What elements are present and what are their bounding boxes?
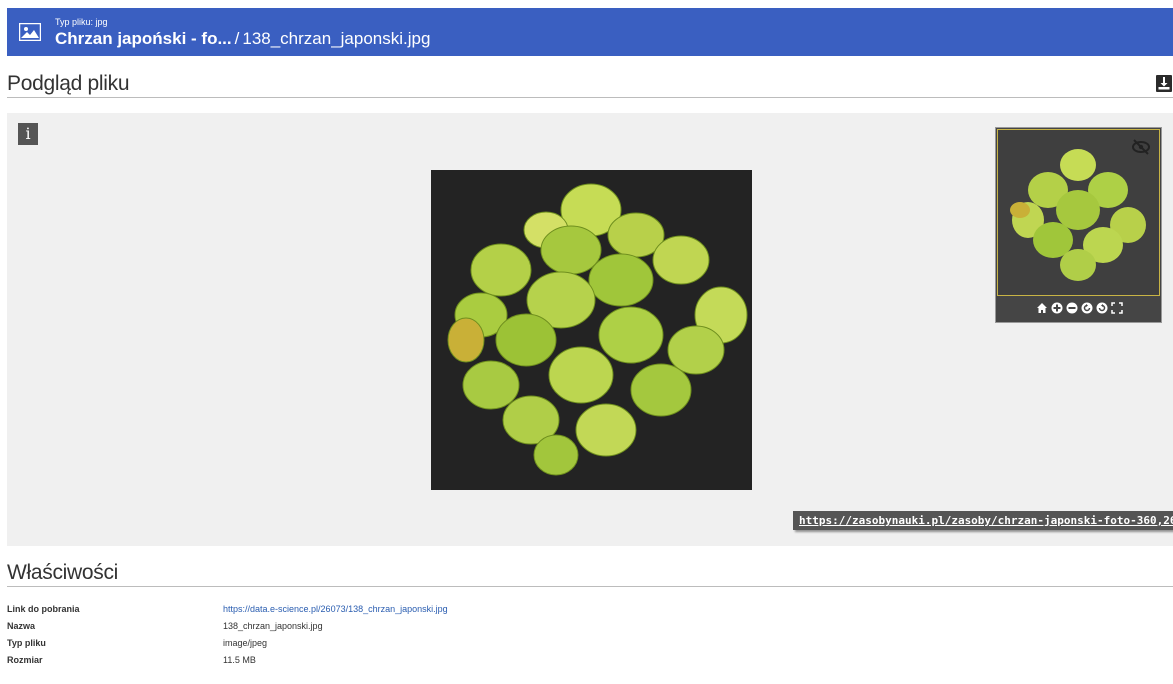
breadcrumb-file-name: 138_chrzan_japonski.jpg: [242, 29, 431, 48]
navigator-controls: [1036, 302, 1156, 316]
rotate-left-icon[interactable]: [1081, 302, 1093, 314]
plant-photo: [431, 170, 752, 490]
property-row-size: Rozmiar 11.5 MB: [7, 652, 1167, 669]
breadcrumb: Chrzan japoński - fo.../138_chrzan_japon…: [55, 29, 430, 49]
properties-divider: [7, 586, 1173, 587]
breadcrumb-separator: /: [234, 29, 240, 48]
property-label: Typ pliku: [7, 638, 46, 648]
property-label: Nazwa: [7, 621, 36, 631]
property-value: 138_chrzan_japonski.jpg: [223, 621, 323, 631]
download-link[interactable]: https://data.e-science.pl/26073/138_chrz…: [223, 601, 448, 618]
properties-table: Link do pobrania https://data.e-science.…: [7, 601, 1167, 669]
navigator-thumbnail[interactable]: [997, 129, 1160, 296]
download-button[interactable]: [1156, 75, 1172, 92]
property-value: 11.5 MB: [223, 655, 256, 665]
eye-slash-icon[interactable]: [1131, 138, 1151, 156]
property-row-file-type: Typ pliku image/jpeg: [7, 635, 1167, 652]
home-icon[interactable]: [1036, 302, 1048, 314]
zoom-in-icon[interactable]: [1051, 302, 1063, 314]
info-button[interactable]: i: [18, 123, 38, 145]
properties-section-title: Właściwości: [7, 561, 119, 584]
file-header-bar: Typ pliku: jpg Chrzan japoński - fo.../1…: [7, 8, 1173, 56]
source-url-link[interactable]: https://zasobynauki.pl/zasoby/chrzan-jap…: [793, 511, 1173, 530]
property-label: Rozmiar: [7, 655, 43, 665]
image-file-icon: [19, 23, 41, 41]
rotate-right-icon[interactable]: [1096, 302, 1108, 314]
file-type-label: Typ pliku: jpg: [55, 17, 108, 27]
property-row-download-link: Link do pobrania https://data.e-science.…: [7, 601, 1167, 618]
property-label: Link do pobrania: [7, 604, 80, 614]
image-viewer[interactable]: i https://zasobynauki.pl/zasoby/chrzan-j…: [7, 113, 1173, 546]
zoom-out-icon[interactable]: [1066, 302, 1078, 314]
preview-divider: [7, 97, 1173, 98]
property-row-name: Nazwa 138_chrzan_japonski.jpg: [7, 618, 1167, 635]
breadcrumb-parent-link[interactable]: Chrzan japoński - fo...: [55, 29, 232, 48]
navigator-panel: [995, 127, 1162, 323]
fullscreen-icon[interactable]: [1111, 302, 1123, 314]
preview-section-title: Podgląd pliku: [7, 72, 130, 95]
preview-image[interactable]: [431, 170, 752, 490]
download-icon: [1158, 77, 1170, 90]
property-value: image/jpeg: [223, 638, 268, 648]
